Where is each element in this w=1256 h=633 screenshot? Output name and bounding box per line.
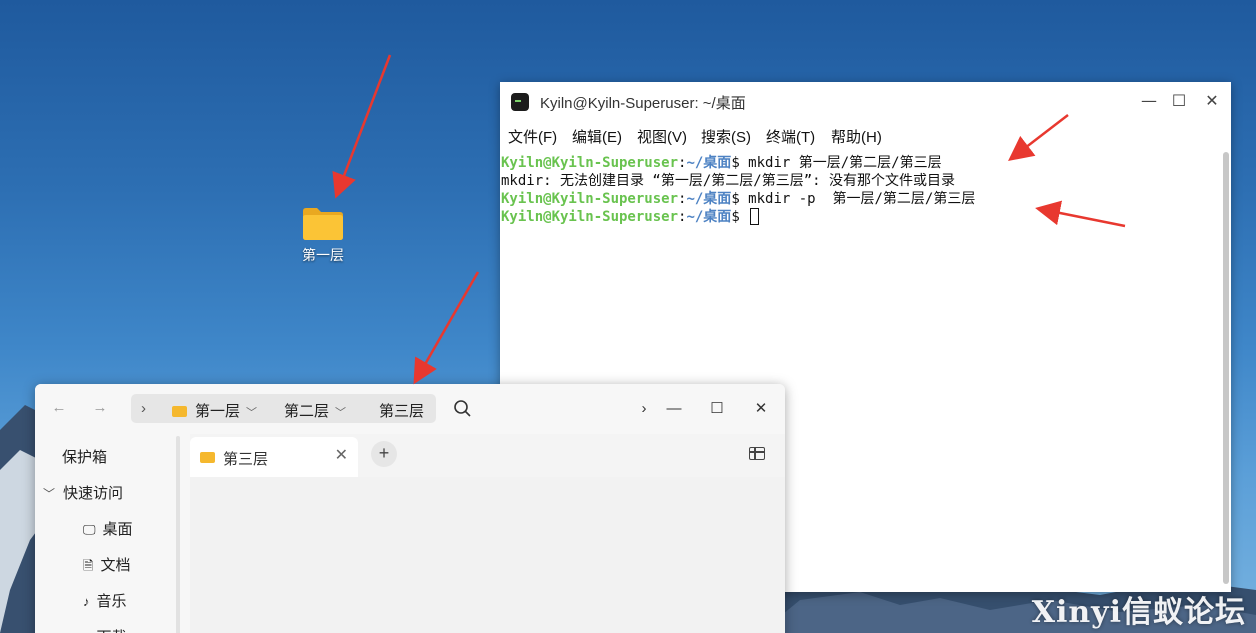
music-icon: ♪: [83, 594, 90, 609]
close-icon[interactable]: ✕: [335, 445, 348, 465]
sidebar-scrollbar[interactable]: [176, 436, 180, 633]
minimize-button[interactable]: —: [663, 398, 685, 420]
close-button[interactable]: ✕: [1199, 88, 1225, 114]
watermark: Xinyi信蚁论坛: [1031, 595, 1246, 630]
breadcrumb-item[interactable]: 第二层 ﹀: [284, 400, 346, 421]
terminal-titlebar[interactable]: Kyiln@Kyiln-Superuser: ~/桌面 — ☐ ✕: [500, 82, 1231, 120]
maximize-button[interactable]: ☐: [1166, 88, 1192, 114]
monitor-icon: 🖵: [83, 522, 96, 537]
folder-icon: [200, 452, 215, 463]
terminal-menubar: 文件(F) 编辑(E) 视图(V) 搜索(S) 终端(T) 帮助(H): [500, 120, 1231, 150]
minimize-button[interactable]: —: [1136, 88, 1162, 114]
search-icon[interactable]: [453, 399, 473, 419]
sidebar: 保护箱 ﹀快速访问 🖵桌面 🗎文档 ♪音乐 ↓下载: [35, 434, 183, 633]
chevron-down-icon: ﹀: [43, 487, 56, 501]
menu-edit[interactable]: 编辑(E): [572, 126, 622, 147]
desktop-background: 第一层 Kyiln@Kyiln-Superuser: ~/桌面 — ☐ ✕ 文件…: [0, 0, 1256, 633]
folder-icon: [303, 208, 343, 240]
menu-file[interactable]: 文件(F): [508, 126, 557, 147]
menu-view[interactable]: 视图(V): [637, 126, 687, 147]
file-list-pane[interactable]: [190, 477, 785, 633]
sidebar-item-downloads[interactable]: ↓下载: [83, 626, 127, 633]
tab-label: 第三层: [223, 451, 269, 468]
breadcrumb-item[interactable]: 第一层 ﹀: [172, 400, 257, 421]
back-button[interactable]: ←: [49, 398, 69, 418]
menu-terminal[interactable]: 终端(T): [766, 126, 815, 147]
terminal-app-icon: [511, 93, 529, 111]
menu-search[interactable]: 搜索(S): [701, 126, 751, 147]
sidebar-item-documents[interactable]: 🗎 文档: [83, 554, 130, 579]
add-tab-button[interactable]: +: [371, 441, 397, 467]
terminal-line: Kyiln@Kyiln-Superuser:~/桌面$ mkdir -p 第一层…: [501, 191, 976, 207]
maximize-button[interactable]: ☐: [706, 398, 728, 420]
terminal-scrollbar[interactable]: [1223, 152, 1229, 584]
forward-button[interactable]: →: [90, 398, 110, 418]
desktop-folder-label: 第一层: [302, 248, 344, 264]
menu-help[interactable]: 帮助(H): [831, 126, 882, 147]
breadcrumb-expand-icon[interactable]: ›: [141, 400, 146, 417]
close-button[interactable]: ✕: [750, 398, 772, 420]
document-icon: 🗎: [83, 558, 94, 573]
chevron-right-icon[interactable]: ›: [633, 398, 655, 420]
sidebar-section-quick-access[interactable]: ﹀ 快速访问: [43, 482, 123, 503]
breadcrumb-item[interactable]: 第三层: [379, 400, 424, 421]
terminal-line: Kyiln@Kyiln-Superuser:~/桌面$ mkdir 第一层/第二…: [501, 155, 942, 171]
sidebar-item-vault[interactable]: 保护箱: [62, 446, 107, 467]
desktop-folder[interactable]: 第一层: [288, 205, 358, 265]
file-manager-window[interactable]: ← → › 第一层 ﹀ 第二层 ﹀ 第三层 › — ☐ ✕ 保护箱 ﹀ 快速访问 🖵 桌…: [35, 384, 785, 633]
terminal-line: mkdir: 无法创建目录 “第一层/第二层/第三层”: 没有那个文件或目录: [501, 173, 956, 189]
text-cursor: [750, 208, 760, 225]
sidebar-item-desktop[interactable]: 🖵 桌面: [83, 518, 133, 539]
sidebar-item-music[interactable]: ♪ 音乐: [83, 590, 127, 611]
view-mode-icon[interactable]: [749, 447, 765, 460]
breadcrumb: › 第一层 ﹀ 第二层 ﹀ 第三层: [131, 394, 436, 423]
folder-icon: [172, 406, 187, 417]
chevron-down-icon: ﹀: [335, 407, 347, 419]
chevron-down-icon: ﹀: [246, 407, 258, 419]
file-manager-toolbar: ← → › 第一层 ﹀ 第二层 ﹀ 第三层 › — ☐ ✕: [35, 384, 785, 434]
content-area: 第三层 ✕ +: [190, 434, 785, 633]
terminal-line: Kyiln@Kyiln-Superuser:~/桌面$: [501, 208, 760, 226]
terminal-title: Kyiln@Kyiln-Superuser: ~/桌面: [540, 95, 746, 112]
tab-third-layer[interactable]: 第三层 ✕: [190, 437, 358, 477]
